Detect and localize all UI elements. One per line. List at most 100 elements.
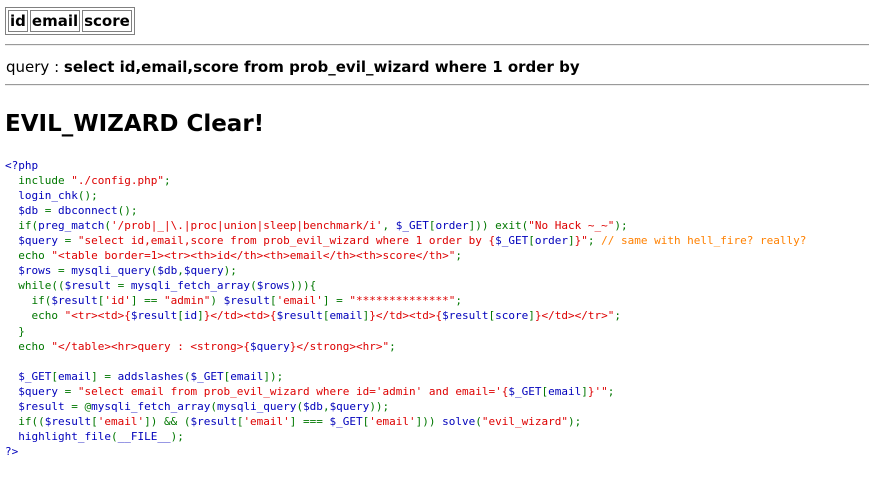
source-token: ] (581, 384, 588, 398)
source-line: $rows = mysqli_query($db,$query); (5, 264, 237, 277)
source-line: ?> (5, 445, 18, 458)
source-token: email (230, 369, 264, 383)
results-header-row: id email score (8, 10, 132, 32)
source-token: $_GET (495, 234, 529, 248)
source-token: $_GET (329, 414, 363, 428)
source-line: include "./config.php"; (5, 174, 170, 188)
source-token: include (5, 174, 72, 188)
source-token (5, 370, 18, 383)
source-token: order (435, 219, 469, 233)
source-token: // same with hell_fire? really? (601, 234, 807, 248)
source-token: echo (5, 249, 52, 263)
source-token: , (382, 219, 396, 233)
source-token: $result (276, 309, 323, 323)
source-token: login_chk (18, 189, 78, 203)
source-token: $result (51, 294, 98, 308)
source-token: ; (607, 384, 615, 398)
source-token: email (329, 309, 363, 323)
source-token: [ (428, 219, 436, 233)
source-token: ] === (289, 414, 330, 428)
source-token: highlight_file (18, 429, 111, 443)
source-token: 'email' (243, 414, 290, 428)
header-score: score (82, 10, 132, 32)
source-token: ; (587, 234, 602, 248)
source-line: highlight_file(__FILE__); (5, 430, 184, 443)
header-email: email (29, 10, 81, 32)
source-line: } (5, 325, 25, 338)
divider-top (5, 44, 869, 46)
source-token (5, 430, 18, 443)
source-token: )); (369, 399, 390, 413)
source-token: }</strong><hr>" (289, 339, 390, 353)
source-token: (); (77, 189, 98, 203)
source-token: $query (183, 264, 224, 278)
source-token: 'id' (104, 294, 131, 308)
source-token: echo (5, 309, 65, 323)
source-token: $db (157, 264, 178, 278)
source-token: addslashes (117, 369, 184, 383)
source-token: $result (130, 309, 178, 323)
source-token: ]); (263, 369, 284, 383)
source-line: while(($result = mysqli_fetch_array($row… (5, 279, 316, 292)
source-token: <?php (5, 159, 39, 172)
query-line: query : select id,email,score from prob_… (6, 57, 580, 77)
source-token: ( (475, 414, 482, 428)
source-token: $_GET (18, 369, 52, 383)
source-token: ; (455, 249, 462, 263)
results-table: id email score (5, 7, 135, 35)
source-token: } (5, 324, 25, 338)
source-line: login_chk(); (5, 189, 98, 203)
source-token (5, 204, 18, 217)
source-token: [ (91, 414, 98, 428)
source-token: "select id,email,score from prob_evil_wi… (77, 234, 496, 248)
source-token: ))){ (289, 279, 317, 293)
source-token: [ (528, 234, 535, 248)
source-token: $query (18, 234, 65, 248)
source-token: 'email' (276, 294, 323, 308)
source-token: ); (170, 429, 184, 443)
source-token: = (44, 204, 58, 218)
source-token: [ (322, 309, 330, 323)
source-line: $query = "select email from prob_evil_wi… (5, 385, 614, 398)
source-token (5, 234, 18, 247)
source-token: $result (64, 279, 118, 293)
clear-heading: EVIL_WIZARD Clear! (5, 111, 265, 137)
source-token: ; (455, 294, 463, 308)
source-token: "No Hack ~_~" (528, 219, 615, 233)
source-token: }</td><td>{ (203, 309, 277, 323)
source-token: [ (177, 309, 184, 323)
source-token: ; (614, 309, 621, 323)
source-line: $_GET[email] = addslashes($_GET[email]); (5, 370, 283, 383)
source-token: $rows (256, 279, 290, 293)
php-source-code: <?php include "./config.php"; login_chk(… (5, 158, 806, 459)
source-token: }'" (587, 384, 608, 398)
source-token (5, 189, 18, 202)
source-token: $db (303, 399, 323, 413)
source-line: <?php (5, 159, 38, 172)
source-token: , (322, 399, 330, 413)
source-token: ( (250, 279, 257, 293)
source-token: $query (18, 384, 65, 398)
source-token: $result (223, 294, 270, 308)
source-token: 'email' (97, 414, 145, 428)
header-id: id (8, 10, 28, 32)
source-token: if( (5, 219, 39, 233)
source-token: ] (197, 309, 204, 323)
source-token: preg_match (38, 219, 105, 233)
source-token: ( (210, 399, 217, 413)
source-token: [ (51, 369, 58, 383)
source-token: "<table border=1><tr><th>id</th><th>emai… (51, 249, 456, 263)
source-token: ); (614, 219, 628, 233)
source-token: ); (568, 414, 582, 428)
source-token: }" (574, 234, 588, 248)
source-token: if(( (5, 414, 45, 428)
source-token: = (64, 234, 78, 248)
source-token: $result (18, 399, 72, 413)
source-token: $result (190, 414, 237, 428)
source-token: solve (442, 414, 476, 428)
source-token: "./config.php" (71, 174, 164, 188)
source-token (5, 385, 18, 398)
source-token (5, 400, 18, 413)
source-line: echo "</table><hr>query : <strong>{$quer… (5, 340, 396, 353)
source-token: ; (389, 339, 396, 353)
